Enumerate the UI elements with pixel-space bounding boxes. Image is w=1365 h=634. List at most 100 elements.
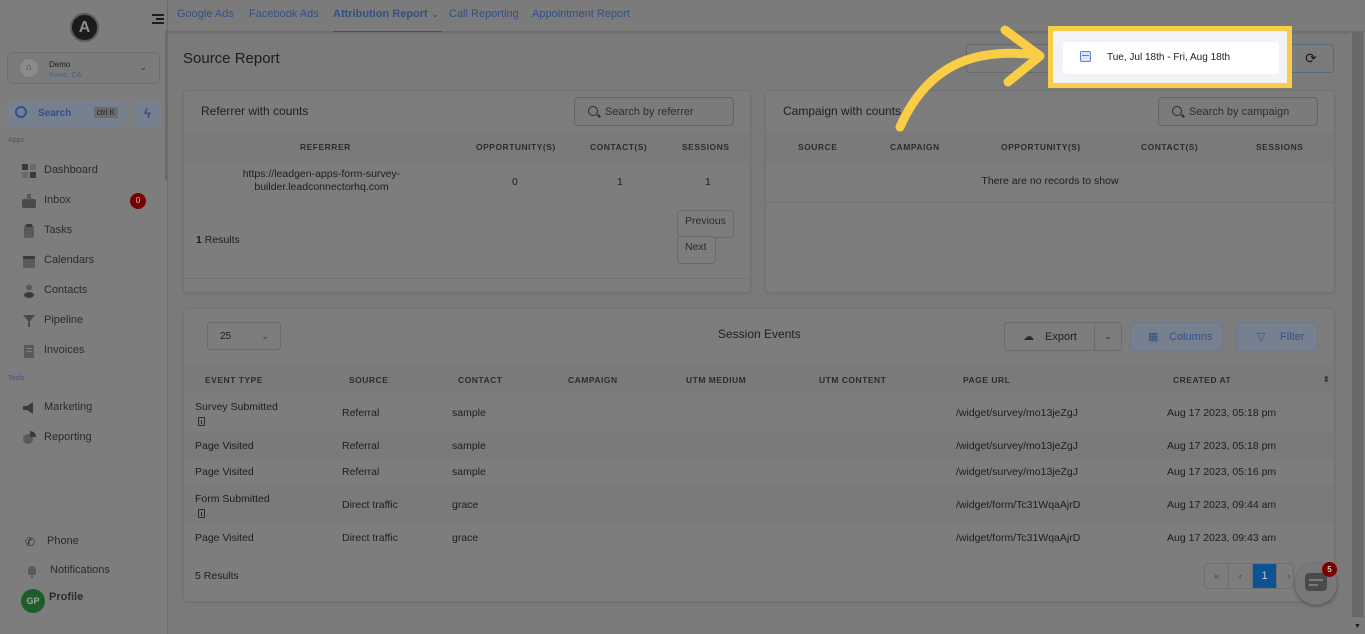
event-contact[interactable]: grace <box>452 532 478 544</box>
scroll-down-arrow-icon[interactable]: ▼ <box>1354 623 1361 630</box>
events-table-header: EVENT TYPE SOURCE CONTACT CAMPAIGN UTM M… <box>184 366 1334 393</box>
tab-facebook-ads[interactable]: Facebook Ads <box>249 8 319 32</box>
event-page-url: /widget/survey/mo13jeZgJ <box>956 407 1078 419</box>
tab-call-reporting[interactable]: Call Reporting <box>449 8 519 32</box>
column-header: CONTACT(S) <box>590 142 648 152</box>
sidebar-item-invoices[interactable]: Invoices <box>20 341 160 361</box>
quick-actions-button[interactable]: ϟ <box>134 101 161 127</box>
sidebar-item-marketing[interactable]: Marketing <box>20 398 160 418</box>
event-contact[interactable]: sample <box>452 407 486 419</box>
tab-label: Attribution Report <box>333 8 428 20</box>
calendar-icon <box>1080 51 1091 62</box>
sidebar-item-inbox[interactable]: Inbox 0 <box>20 191 160 211</box>
collapse-sidebar-icon[interactable] <box>152 14 164 26</box>
sidebar-item-reporting[interactable]: Reporting <box>20 428 160 448</box>
referrer-card: Referrer with counts Search by referrer … <box>183 90 751 293</box>
sidebar-item-pipeline[interactable]: Pipeline <box>20 311 160 331</box>
tab-attribution-report[interactable]: Attribution Report ⌄ <box>333 8 443 32</box>
sidebar-profile[interactable]: Profile <box>49 591 83 609</box>
scrollbar-thumb[interactable] <box>1352 32 1363 617</box>
location-icon: ⌂ <box>20 59 38 77</box>
card-title: Campaign with counts <box>783 104 902 118</box>
sidebar-item-label: Dashboard <box>44 164 98 176</box>
phone-icon: ✆ <box>25 535 36 549</box>
date-range-picker[interactable]: Tue, Jul 18th - Fri, Aug 18th <box>1063 42 1279 74</box>
event-source: Referral <box>342 407 380 419</box>
sessions-count: 1 <box>705 176 711 188</box>
tab-label: Call Reporting <box>449 8 519 20</box>
next-button[interactable]: Next <box>677 236 716 264</box>
referrer-search-input[interactable]: Search by referrer <box>574 97 734 126</box>
location-name: Demo <box>49 60 71 69</box>
results-count: 1 Results <box>196 234 240 246</box>
columns-icon: ▦ <box>1148 331 1159 343</box>
document-icon[interactable] <box>198 417 205 426</box>
column-header: SESSIONS <box>682 142 730 152</box>
app-logo[interactable]: A <box>70 13 99 42</box>
column-header: PAGE URL <box>963 375 1011 385</box>
search-icon <box>15 106 27 118</box>
main-scrollbar[interactable]: ▼ <box>1350 32 1365 634</box>
document-icon[interactable] <box>198 509 205 518</box>
prev-page-button[interactable]: ‹ <box>1229 564 1253 588</box>
profile-avatar[interactable]: GP <box>21 589 45 613</box>
results-label: Results <box>203 570 239 582</box>
event-type: Page Visited <box>195 466 254 478</box>
table-row[interactable]: Survey Submitted Referral sample /widget… <box>184 393 1334 433</box>
tab-google-ads[interactable]: Google Ads <box>177 8 234 32</box>
chat-icon-line <box>1309 584 1318 586</box>
event-type: Survey Submitted <box>195 401 278 413</box>
sidebar-item-contacts[interactable]: Contacts <box>20 281 160 301</box>
results-number: 5 <box>195 570 201 582</box>
bell-icon <box>28 566 36 578</box>
sidebar-item-label: Contacts <box>44 284 88 296</box>
event-page-url: /widget/survey/mo13jeZgJ <box>956 440 1078 452</box>
lightning-icon: ϟ <box>144 106 151 121</box>
column-header: CONTACT <box>458 375 503 385</box>
sidebar-item-calendars[interactable]: Calendars <box>20 251 160 271</box>
columns-button[interactable]: ▦ Columns <box>1130 322 1223 351</box>
sidebar-item-dashboard[interactable]: Dashboard <box>20 161 160 181</box>
search-shortcut: ctrl K <box>93 107 118 118</box>
chevron-down-icon[interactable]: ⌄ <box>1104 331 1112 342</box>
first-page-button[interactable]: « <box>1205 564 1229 588</box>
event-page-url: /widget/survey/mo13jeZgJ <box>956 466 1078 478</box>
refresh-button[interactable]: ⟳ <box>1288 44 1334 73</box>
tab-appointment-report[interactable]: Appointment Report <box>532 8 630 32</box>
page-title: Source Report <box>183 50 280 67</box>
table-row[interactable]: Form Submitted Direct traffic grace /wid… <box>184 485 1334 525</box>
sidebar: A ⌂ Demo Irvine, CA ⌄ Search ctrl K ϟ Ap… <box>0 0 168 634</box>
event-type: Form Submitted <box>195 493 270 505</box>
section-label-apps: Apps <box>8 137 24 144</box>
table-row[interactable]: Page Visited Direct traffic grace /widge… <box>184 525 1334 551</box>
filter-label: Filter <box>1280 331 1305 343</box>
chat-icon-line <box>1309 579 1323 581</box>
search-label: Search <box>38 108 72 119</box>
per-page-select[interactable]: 25 ⌄ <box>207 322 281 350</box>
previous-button[interactable]: Previous <box>677 210 734 238</box>
column-header: EVENT TYPE <box>205 375 263 385</box>
filter-button[interactable]: ▽ Filter <box>1236 322 1318 351</box>
date-range-label: Tue, Jul 18th - Fri, Aug 18th <box>1107 52 1231 63</box>
location-switcher[interactable]: ⌂ Demo Irvine, CA ⌄ <box>7 52 160 84</box>
sidebar-scrollbar[interactable] <box>165 30 168 180</box>
column-header: SOURCE <box>349 375 389 385</box>
column-header: CREATED AT <box>1173 375 1232 385</box>
page-button-current[interactable]: 1 <box>1253 564 1277 588</box>
sidebar-item-tasks[interactable]: Tasks <box>20 221 160 241</box>
campaign-search-input[interactable]: Search by campaign <box>1158 97 1318 126</box>
tasks-icon <box>24 224 34 238</box>
chat-icon <box>1305 573 1327 591</box>
search-button[interactable]: Search ctrl K <box>7 101 127 127</box>
table-row[interactable]: Page Visited Referral sample /widget/sur… <box>184 433 1334 459</box>
results-number: 1 <box>196 234 202 246</box>
event-contact[interactable]: grace <box>452 499 478 511</box>
export-button[interactable]: ☁ Export ⌄ <box>1004 322 1122 351</box>
sort-icon[interactable]: ⇕ <box>1323 375 1330 384</box>
event-contact[interactable]: sample <box>452 440 486 452</box>
event-contact[interactable]: sample <box>452 466 486 478</box>
cloud-download-icon: ☁ <box>1023 331 1034 343</box>
table-row[interactable]: Page Visited Referral sample /widget/sur… <box>184 459 1334 485</box>
button-divider <box>1094 323 1095 350</box>
calendar-icon <box>23 256 35 268</box>
